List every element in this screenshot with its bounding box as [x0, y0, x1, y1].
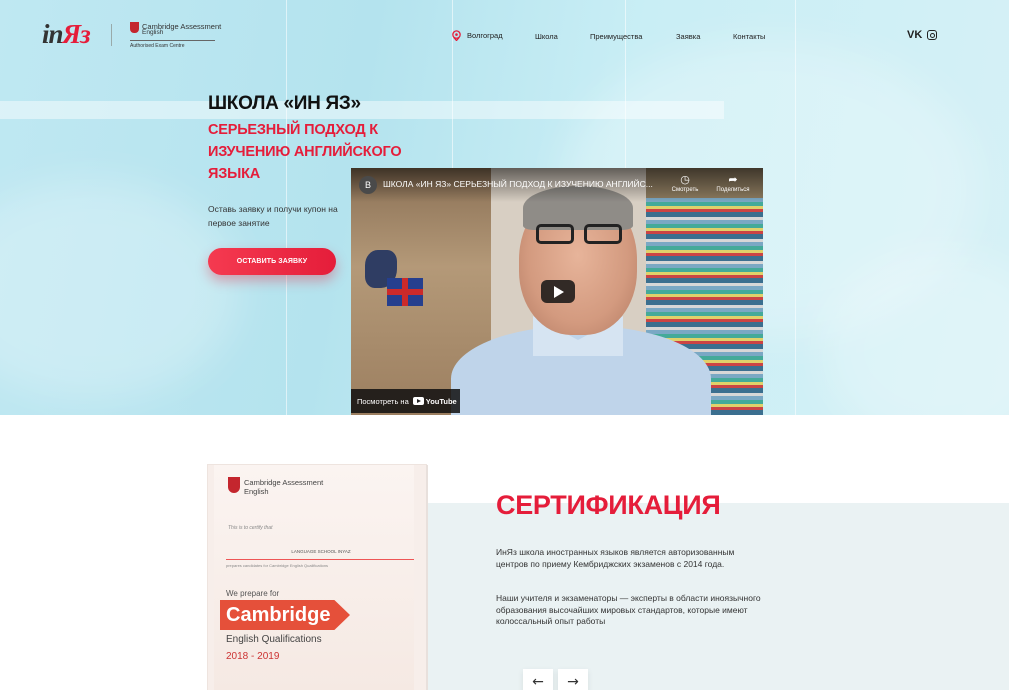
city-label: Волгоград [467, 31, 503, 40]
video-player[interactable]: В ШКОЛА «ИН ЯЗ» СЕРЬЕЗНЫЙ ПОДХОД К ИЗУЧЕ… [351, 168, 763, 415]
certification-text-1: ИнЯз школа иностранных языков является а… [496, 547, 735, 569]
share-icon: ➦ [728, 174, 738, 186]
prev-arrow-button[interactable]: ← [523, 669, 553, 690]
vk-icon[interactable]: VK [907, 29, 922, 41]
request-button[interactable]: ОСТАВИТЬ ЗАЯВКУ [208, 248, 336, 275]
cambridge-shield-icon [130, 22, 139, 33]
channel-avatar[interactable]: В [359, 176, 377, 194]
youtube-logo: YouTube [412, 397, 457, 406]
next-arrow-button[interactable]: → [558, 669, 588, 690]
signature [230, 679, 290, 690]
nav-city[interactable]: Волгоград [451, 30, 503, 41]
logo-in: in [42, 19, 64, 49]
cambridge-badge: Cambridge [220, 600, 350, 630]
location-pin-icon [452, 30, 461, 41]
instagram-icon[interactable] [927, 30, 937, 40]
share-button[interactable]: ➦ Поделиться [713, 174, 753, 193]
nav-link-advantages[interactable]: Преимущества [590, 32, 642, 41]
hero-lead: Оставь заявку и получи купон на первое з… [208, 204, 338, 228]
certification-heading: СЕРТИФИКАЦИЯ [496, 490, 721, 520]
nav-link-request[interactable]: Заявка [676, 32, 700, 41]
flag-image [387, 278, 423, 306]
partner-line-3: Authorised Exam Centre [130, 43, 185, 49]
site-logo[interactable]: inЯз [42, 19, 91, 50]
logo-divider [111, 24, 112, 46]
play-icon[interactable] [541, 280, 575, 303]
watch-on-youtube-button[interactable]: Посмотреть на YouTube [351, 389, 460, 413]
logo-ya: Яз [62, 19, 91, 49]
clock-icon: ◷ [680, 174, 690, 186]
watch-later-button[interactable]: ◷ Смотреть [665, 174, 705, 193]
hero-stripe [0, 101, 724, 119]
nav-link-contacts[interactable]: Контакты [733, 32, 765, 41]
video-title[interactable]: ШКОЛА «ИН ЯЗ» СЕРЬЕЗНЫЙ ПОДХОД К ИЗУЧЕНИ… [383, 179, 663, 189]
cambridge-shield-icon [228, 477, 240, 493]
certificate-image: Cambridge Assessment English This is to … [208, 465, 426, 690]
certification-text-2: Наши учителя и экзаменаторы — эксперты в… [496, 593, 761, 626]
nav-link-school[interactable]: Школа [535, 32, 558, 41]
partner-line-2: English [142, 29, 164, 36]
page-title: ШКОЛА «ИН ЯЗ» [208, 93, 361, 114]
